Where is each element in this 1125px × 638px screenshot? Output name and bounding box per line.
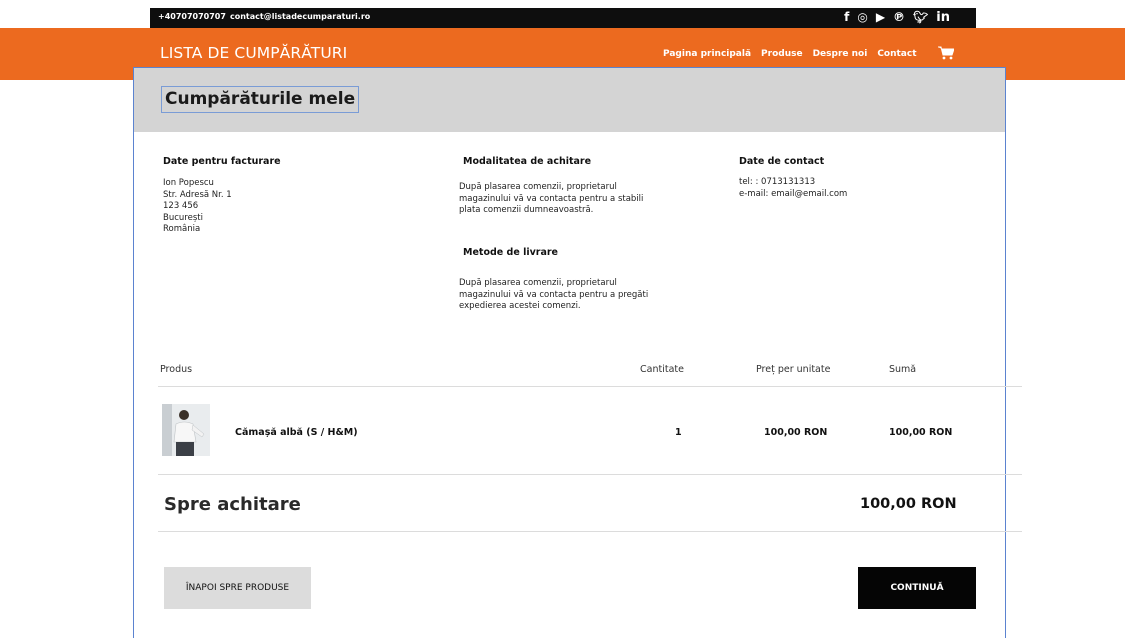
delivery-line: expedierea acestei comenzi. [459, 301, 581, 311]
top-bar-strip: +40707070707 contact@listadecumparaturi.… [150, 8, 976, 28]
continue-button[interactable]: CONTINUĂ [858, 567, 976, 609]
pinterest-icon[interactable]: ℗ [893, 10, 905, 25]
billing-heading: Date pentru facturare [163, 156, 281, 167]
twitter-icon[interactable]: 🐦︎ [913, 10, 928, 25]
delivery-line: magazinului vă va contacta pentru a preg… [459, 289, 649, 300]
billing-line: România [163, 224, 201, 234]
divider [158, 474, 1022, 475]
nav-item-home[interactable]: Pagina principală [663, 49, 751, 59]
delivery-heading: Metode de livrare [463, 247, 558, 258]
cart-icon[interactable] [938, 46, 954, 60]
total-amount: 100,00 RON [860, 496, 957, 512]
contact-heading: Date de contact [739, 156, 825, 167]
product-sum: 100,00 RON [889, 427, 953, 438]
title-band: Cumpărăturile mele [134, 68, 1005, 132]
payment-line: După plasarea comenzii, proprietarul [459, 182, 617, 192]
column-header-unit-price: Preț per unitate [756, 364, 831, 375]
payment-line: magazinului vă va contacta pentru a stab… [459, 193, 644, 204]
column-header-sum: Sumă [889, 364, 917, 375]
site-logo[interactable]: LISTA DE CUMPĂRĂTURI [160, 44, 347, 62]
contact-email: e-mail: email@email.com [739, 188, 848, 199]
payment-line: plata comenzii dumneavoastră. [459, 205, 594, 215]
billing-line: București [163, 212, 203, 223]
product-quantity: 1 [675, 427, 682, 438]
contact-phone: tel: : 0713131313 [739, 177, 816, 187]
nav-item-about[interactable]: Despre noi [813, 49, 868, 59]
total-label: Spre achitare [164, 494, 301, 515]
instagram-icon[interactable]: ◎ [857, 10, 867, 25]
billing-address: Ion Popescu Str. Adresă Nr. 1 123 456 Bu… [163, 178, 232, 236]
nav-item-contact[interactable]: Contact [877, 49, 916, 59]
column-header-quantity: Cantitate [640, 364, 684, 375]
phone-link[interactable]: +40707070707 [158, 12, 226, 21]
social-links: f ◎ ▶ ℗ 🐦︎ in [844, 10, 950, 25]
linkedin-icon[interactable]: in [936, 10, 950, 25]
contact-details: tel: : 0713131313 e-mail: email@email.co… [739, 177, 847, 200]
column-header-product: Produs [160, 364, 193, 375]
page-title: Cumpărăturile mele [161, 86, 360, 113]
back-to-products-button[interactable]: ÎNAPOI SPRE PRODUSE [164, 567, 311, 609]
billing-line: 123 456 [163, 201, 199, 211]
nav-item-products[interactable]: Produse [761, 49, 803, 59]
billing-line: Ion Popescu [163, 178, 214, 188]
divider [158, 531, 1022, 532]
payment-text: După plasarea comenzii, proprietarul mag… [459, 182, 643, 217]
cart-panel: Cumpărăturile mele Date pentru facturare… [133, 67, 1022, 638]
facebook-icon[interactable]: f [844, 10, 849, 25]
billing-line: Str. Adresă Nr. 1 [163, 189, 232, 200]
main-nav: Pagina principală Produse Despre noi Con… [663, 49, 917, 59]
top-bar: +40707070707 contact@listadecumparaturi.… [0, 0, 1125, 28]
product-unit-price: 100,00 RON [764, 427, 828, 438]
payment-heading: Modalitatea de achitare [463, 156, 592, 167]
delivery-line: După plasarea comenzii, proprietarul [459, 278, 617, 288]
youtube-icon[interactable]: ▶ [876, 10, 885, 25]
product-thumbnail[interactable] [162, 404, 210, 456]
product-name[interactable]: Cămașă albă (S / H&M) [235, 427, 358, 438]
email-link[interactable]: contact@listadecumparaturi.ro [230, 12, 370, 21]
delivery-text: După plasarea comenzii, proprietarul mag… [459, 278, 648, 313]
divider [158, 386, 1022, 387]
